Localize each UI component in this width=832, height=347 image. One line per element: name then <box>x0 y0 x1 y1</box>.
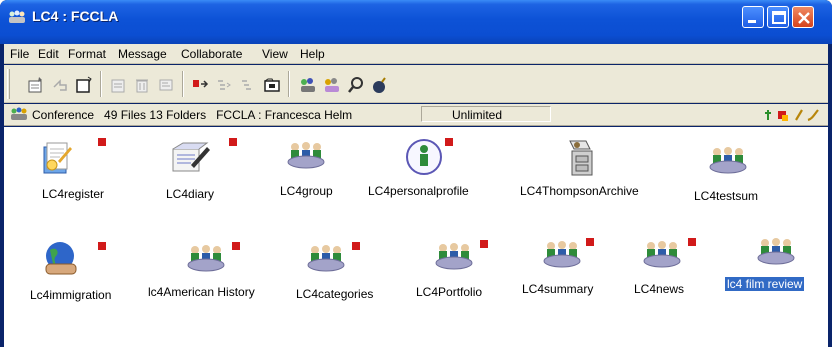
delete-icon[interactable] <box>132 75 152 95</box>
flag-icon <box>98 135 106 146</box>
item-label: LC4ThompsonArchive <box>520 184 639 198</box>
menu-collaborate[interactable]: Collaborate <box>181 47 242 61</box>
window-title: LC4 : FCCLA <box>32 8 119 24</box>
toolbar-separator <box>100 71 102 97</box>
conference-icon <box>11 107 27 120</box>
item-label: LC4diary <box>166 187 215 201</box>
maximize-button[interactable] <box>767 6 789 28</box>
storage-indicator: Unlimited <box>421 106 551 122</box>
item-label: lc4American History <box>148 285 255 299</box>
menu-help[interactable]: Help <box>300 47 325 61</box>
archive-cabinet-icon <box>569 140 593 176</box>
conference-users-icon[interactable] <box>322 75 342 95</box>
app-window: LC4 : FCCLA File Edit Format Message Col… <box>0 0 832 347</box>
thread-icon[interactable] <box>238 75 258 95</box>
personal-profile-icon <box>406 139 442 175</box>
group-people-icon <box>307 245 345 272</box>
group-people-icon <box>643 241 681 268</box>
flag-icon <box>352 239 360 250</box>
flag-icon <box>445 135 453 146</box>
item-label: LC4register <box>42 187 105 201</box>
status-tools-icon[interactable] <box>762 107 822 123</box>
new-document-icon[interactable] <box>26 75 46 95</box>
flag-icon <box>232 239 240 250</box>
item-label: LC4news <box>634 282 685 296</box>
open-folder-icon[interactable] <box>262 75 282 95</box>
toolbar-separator <box>182 71 184 97</box>
menu-file[interactable]: File <box>10 47 29 61</box>
print-icon[interactable] <box>108 75 128 95</box>
conference-icon <box>9 10 25 23</box>
status-text: Conference 49 Files 13 Folders FCCLA : F… <box>32 108 353 122</box>
toolbar-separator <box>288 71 290 97</box>
minimize-button[interactable] <box>742 6 764 28</box>
item-label: LC4summary <box>522 282 594 296</box>
flag-icon <box>480 237 488 248</box>
close-button[interactable] <box>792 6 814 28</box>
status-bar: Conference 49 Files 13 Folders FCCLA : F… <box>4 104 828 126</box>
flag-icon <box>586 235 594 246</box>
item-label: LC4Portfolio <box>416 285 483 299</box>
item-label: LC4group <box>280 184 333 198</box>
toolbar-grip[interactable] <box>7 69 10 99</box>
group-people-icon <box>287 142 325 169</box>
folder-contents: LC4register LC4diary LC4group LC4persona… <box>4 127 828 347</box>
new-folder-icon[interactable] <box>74 75 94 95</box>
globe-handshake-icon <box>45 242 77 275</box>
maximize-icon <box>772 11 786 24</box>
properties-icon[interactable] <box>156 75 176 95</box>
search-icon[interactable] <box>346 75 366 95</box>
menu-bar: File Edit Format Message Collaborate Vie… <box>4 44 828 64</box>
menu-message[interactable]: Message <box>118 47 167 61</box>
group-people-icon <box>543 241 581 268</box>
group-people-icon <box>709 147 747 174</box>
group-people-icon <box>187 245 225 272</box>
toolbar <box>4 65 828 103</box>
menu-edit[interactable]: Edit <box>38 47 59 61</box>
outline-icon[interactable] <box>214 75 234 95</box>
title-bar[interactable]: LC4 : FCCLA <box>0 0 832 44</box>
people-icon[interactable] <box>298 75 318 95</box>
reply-icon[interactable] <box>50 75 70 95</box>
storage-label: Unlimited <box>452 108 503 122</box>
bomb-icon[interactable] <box>370 75 390 95</box>
diary-notepad-icon <box>172 142 210 172</box>
flag-icon <box>98 239 106 250</box>
item-label: LC4categories <box>296 287 374 301</box>
menu-format[interactable]: Format <box>68 47 106 61</box>
item-label: LC4testsum <box>694 189 759 203</box>
close-icon <box>798 12 810 24</box>
register-form-icon <box>43 142 72 174</box>
item-label: lc4 film review <box>725 277 805 291</box>
group-people-icon <box>757 238 795 265</box>
minimize-icon <box>748 20 756 23</box>
item-label: Lc4immigration <box>30 288 112 302</box>
group-people-icon <box>435 243 473 270</box>
item-label: LC4personalprofile <box>368 184 469 198</box>
menu-view[interactable]: View <box>262 47 288 61</box>
flag-icon <box>229 135 237 146</box>
flag-next-icon[interactable] <box>190 75 210 95</box>
flag-icon <box>688 235 696 246</box>
